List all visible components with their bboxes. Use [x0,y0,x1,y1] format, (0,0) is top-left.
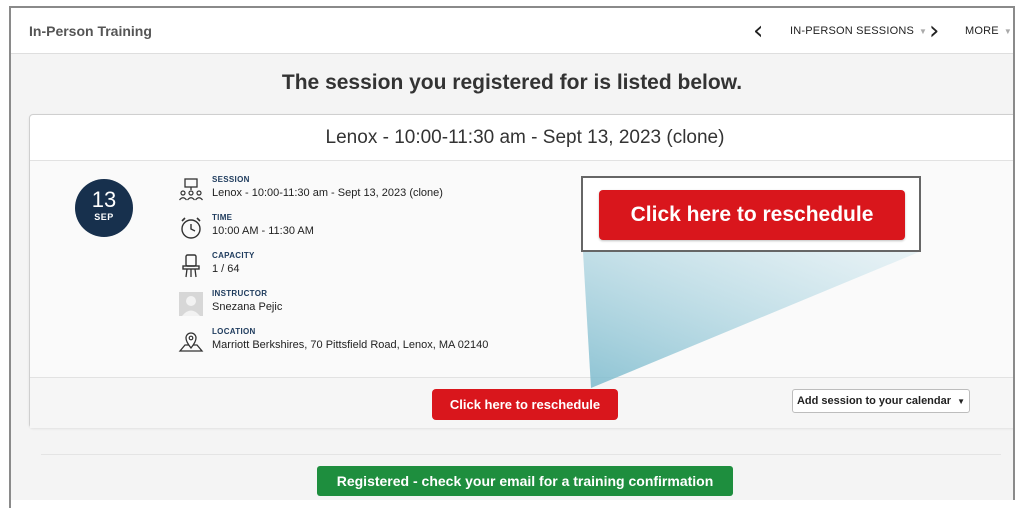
date-day: 13 [91,187,117,212]
registered-status-button[interactable]: Registered - check your email for a trai… [317,466,733,496]
zoom-callout-box: Click here to reschedule [581,176,921,252]
detail-value: Lenox - 10:00-11:30 am - Sept 13, 2023 (… [212,187,443,199]
detail-value: Marriott Berkshires, 70 Pittsfield Road,… [212,339,489,351]
detail-label: LOCATION [212,327,256,336]
prev-session-button[interactable]: ‹ [753,8,763,54]
caret-down-icon: ▼ [919,26,927,36]
reschedule-button-zoomed[interactable]: Click here to reschedule [599,190,905,240]
date-month: SEP [94,212,114,222]
detail-value: 10:00 AM - 11:30 AM [212,225,314,237]
sessions-dropdown-label: IN-PERSON SESSIONS [790,25,915,37]
map-pin-icon [178,332,204,352]
app-title: In-Person Training [29,23,152,39]
more-menu-label: MORE [965,25,999,37]
page-heading: The session you registered for is listed… [281,71,743,94]
reschedule-button[interactable]: Click here to reschedule [432,389,618,420]
detail-label: TIME [212,213,233,222]
sessions-dropdown[interactable]: IN-PERSON SESSIONS ▼ [790,8,927,54]
more-menu[interactable]: MORE ▼ [965,8,1012,54]
session-card: Lenox - 10:00-11:30 am - Sept 13, 2023 (… [29,114,1013,428]
session-card-footer: Click here to reschedule Add session to … [30,377,1013,428]
chevron-left-icon: ‹ [753,16,764,46]
next-session-button[interactable]: › [929,8,939,54]
divider [41,454,1001,455]
date-badge: 13 SEP [75,179,133,237]
chevron-right-icon: › [929,16,940,46]
app-frame: In-Person Training ‹ IN-PERSON SESSIONS … [9,6,1015,500]
detail-value: Snezana Pejic [212,301,283,313]
frame-edge [9,494,11,508]
detail-label: SESSION [212,175,250,184]
alarm-clock-icon [181,217,201,239]
avatar-placeholder-icon [179,292,203,316]
top-bar: In-Person Training ‹ IN-PERSON SESSIONS … [11,8,1013,54]
detail-value: 1 / 64 [212,263,240,275]
classroom-icon [179,178,203,201]
detail-label: INSTRUCTOR [212,289,268,298]
add-to-calendar-button[interactable]: Add session to your calendar ▼ [792,389,970,413]
caret-down-icon: ▼ [957,397,966,406]
add-to-calendar-label: Add session to your calendar [796,395,952,407]
detail-label: CAPACITY [212,251,255,260]
seat-icon [182,254,200,278]
session-card-title: Lenox - 10:00-11:30 am - Sept 13, 2023 (… [30,115,1013,161]
caret-down-icon: ▼ [1003,26,1012,36]
